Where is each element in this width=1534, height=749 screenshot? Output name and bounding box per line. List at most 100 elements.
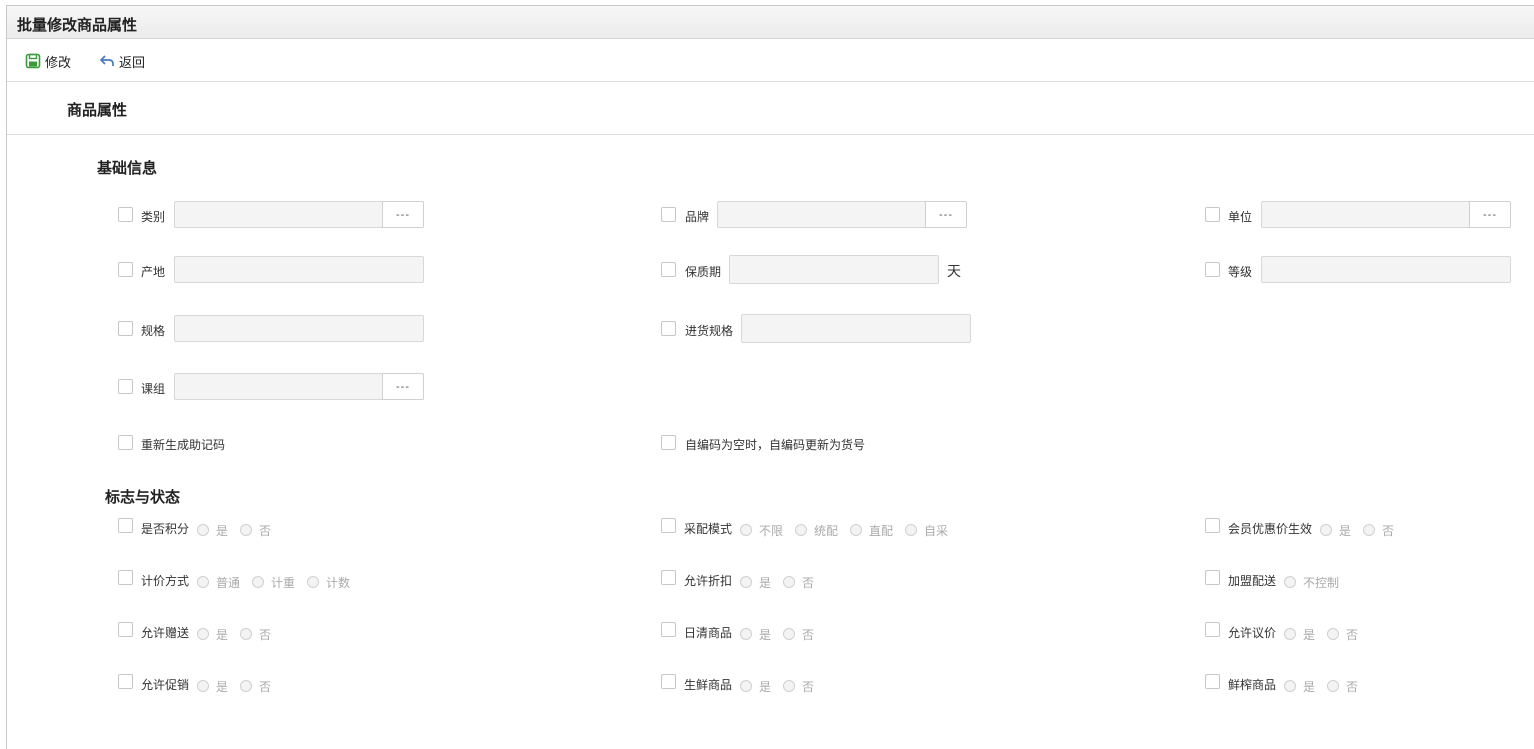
radio-button[interactable] — [740, 628, 752, 640]
radio-button[interactable] — [783, 576, 796, 588]
flag-checkbox[interactable] — [661, 622, 676, 637]
flag-label: 生鲜商品 — [684, 678, 733, 692]
spec-input[interactable] — [174, 315, 424, 342]
grade-label: 等级 — [1228, 265, 1253, 279]
radio-button[interactable] — [307, 576, 320, 588]
purchase-spec-checkbox[interactable] — [661, 321, 676, 336]
grade-checkbox[interactable] — [1205, 262, 1220, 277]
course-group-checkbox[interactable] — [118, 379, 133, 394]
category-label: 类别 — [141, 210, 166, 224]
flag-checkbox[interactable] — [1205, 518, 1220, 533]
category-picker-button[interactable]: --- — [382, 201, 424, 228]
shelf-life-checkbox[interactable] — [661, 262, 676, 277]
flag-label: 允许折扣 — [684, 574, 733, 588]
flag-checkbox[interactable] — [661, 570, 676, 585]
radio-option-label: 是 — [216, 679, 229, 694]
self-code-checkbox[interactable] — [661, 435, 676, 450]
flag-radio-group: 是否 — [740, 575, 826, 590]
toolbar: 修改 返回 — [7, 40, 1534, 82]
flag-checkbox[interactable] — [1205, 674, 1220, 689]
radio-button[interactable] — [783, 680, 796, 692]
purchase-spec-input[interactable] — [741, 314, 971, 343]
save-button[interactable]: 修改 — [25, 52, 71, 70]
flag-label: 采配模式 — [684, 522, 733, 536]
flag-checkbox[interactable] — [661, 518, 676, 533]
radio-option-label: 统配 — [814, 523, 839, 538]
radio-button[interactable] — [252, 576, 265, 588]
brand-picker-button[interactable]: --- — [925, 201, 967, 228]
category-checkbox[interactable] — [118, 207, 133, 222]
origin-checkbox[interactable] — [118, 262, 133, 277]
radio-option-label: 是 — [216, 627, 229, 642]
flag-label: 允许促销 — [141, 678, 190, 692]
radio-button[interactable] — [783, 628, 796, 640]
radio-button[interactable] — [1284, 680, 1296, 692]
flag-radio-group: 是否 — [197, 523, 283, 538]
radio-button[interactable] — [197, 628, 209, 640]
radio-option-label: 普通 — [216, 575, 241, 590]
flag-checkbox[interactable] — [118, 622, 133, 637]
back-button[interactable]: 返回 — [99, 52, 145, 70]
radio-option-label: 计重 — [271, 575, 296, 590]
flag-radio-group: 是否 — [1284, 627, 1370, 642]
flag-radio-group: 是否 — [197, 679, 283, 694]
radio-button[interactable] — [795, 524, 808, 536]
course-group-label: 课组 — [141, 382, 166, 396]
flag-radio-group: 是否 — [740, 679, 826, 694]
radio-button[interactable] — [240, 628, 253, 640]
radio-button[interactable] — [1327, 680, 1340, 692]
radio-button[interactable] — [1327, 628, 1340, 640]
flag-label: 允许议价 — [1228, 626, 1277, 640]
radio-option-label: 不控制 — [1303, 575, 1340, 590]
radio-button[interactable] — [740, 524, 752, 536]
spec-checkbox[interactable] — [118, 321, 133, 336]
brand-checkbox[interactable] — [661, 207, 676, 222]
brand-input[interactable] — [717, 201, 926, 228]
save-button-label: 修改 — [45, 54, 72, 70]
flag-radio-group: 不限 统配 直配 自采 — [740, 523, 960, 538]
radio-option-label: 否 — [259, 523, 272, 538]
flag-checkbox[interactable] — [661, 674, 676, 689]
flag-checkbox[interactable] — [118, 674, 133, 689]
course-group-picker-button[interactable]: --- — [382, 373, 424, 400]
category-input[interactable] — [174, 201, 383, 228]
unit-input[interactable] — [1261, 201, 1470, 228]
brand-label: 品牌 — [685, 210, 710, 224]
radio-button[interactable] — [197, 680, 209, 692]
flag-radio-group: 不控制 — [1284, 575, 1351, 590]
shelf-life-input[interactable] — [729, 255, 939, 284]
radio-option-label: 是 — [759, 575, 772, 590]
flag-label: 会员优惠价生效 — [1228, 522, 1313, 536]
flag-checkbox[interactable] — [1205, 622, 1220, 637]
flag-label: 鲜榨商品 — [1228, 678, 1277, 692]
flag-checkbox[interactable] — [1205, 570, 1220, 585]
radio-button[interactable] — [1320, 524, 1332, 536]
shelf-life-unit: 天 — [947, 263, 961, 279]
radio-button[interactable] — [197, 524, 209, 536]
course-group-input[interactable] — [174, 373, 383, 400]
flag-radio-group: 是否 — [740, 627, 826, 642]
flag-checkbox[interactable] — [118, 518, 133, 533]
back-button-label: 返回 — [119, 54, 146, 70]
unit-picker-button[interactable]: --- — [1469, 201, 1511, 228]
grade-input[interactable] — [1261, 256, 1511, 283]
radio-button[interactable] — [905, 524, 918, 536]
flag-checkbox[interactable] — [118, 570, 133, 585]
spec-label: 规格 — [141, 324, 166, 338]
radio-button[interactable] — [240, 680, 253, 692]
radio-button[interactable] — [850, 524, 863, 536]
self-code-label: 自编码为空时，自编码更新为货号 — [685, 438, 866, 452]
section-divider — [7, 134, 1534, 135]
radio-button[interactable] — [740, 576, 752, 588]
radio-button[interactable] — [1363, 524, 1376, 536]
radio-button[interactable] — [1284, 628, 1296, 640]
radio-button[interactable] — [197, 576, 209, 588]
origin-input[interactable] — [174, 256, 424, 283]
radio-option-label: 是 — [1303, 627, 1316, 642]
radio-button[interactable] — [1284, 576, 1296, 588]
radio-button[interactable] — [740, 680, 752, 692]
radio-option-label: 否 — [1346, 627, 1359, 642]
regen-code-checkbox[interactable] — [118, 435, 133, 450]
radio-button[interactable] — [240, 524, 253, 536]
unit-checkbox[interactable] — [1205, 207, 1220, 222]
